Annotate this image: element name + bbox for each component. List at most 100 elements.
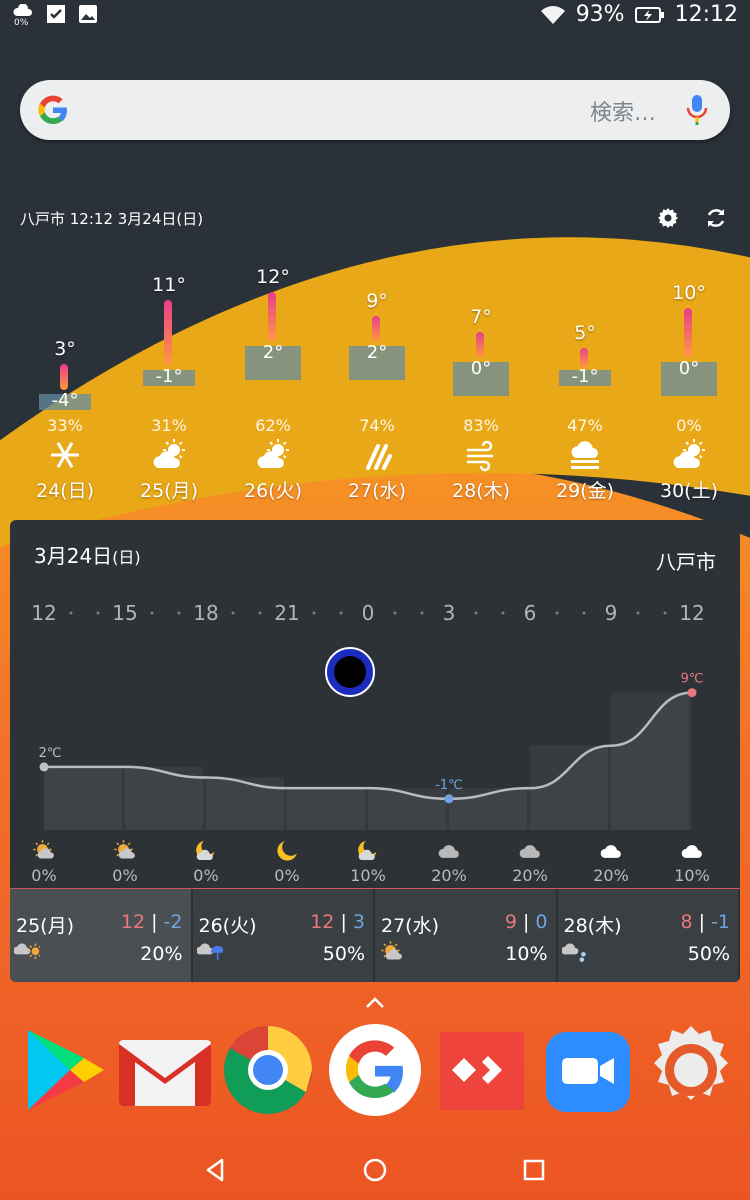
sun-cloud-icon xyxy=(381,941,402,960)
forecast-low: 0 xyxy=(535,911,548,933)
forecast-separator: | xyxy=(151,911,158,933)
fog-icon xyxy=(571,441,599,469)
app-dock xyxy=(0,1022,750,1122)
google-search-bar[interactable]: 検索… xyxy=(20,80,730,140)
forecast-separator: | xyxy=(522,911,530,933)
day-label: 30(土) xyxy=(659,480,718,502)
temp-annotation: 2℃ xyxy=(39,746,62,761)
anydesk-icon[interactable] xyxy=(434,1022,530,1118)
hourly-cell: 0% xyxy=(14,838,74,885)
hour-label: 0 xyxy=(362,601,375,625)
day-precip: 62% xyxy=(255,416,291,435)
gmail-icon[interactable] xyxy=(117,1022,213,1118)
hour-tick-dot xyxy=(177,611,181,615)
temp-range-bar xyxy=(372,316,380,342)
hour-tick-dot xyxy=(96,611,100,615)
moon-cloud-icon xyxy=(196,841,215,861)
day-high-temp: 3° xyxy=(54,338,76,360)
search-placeholder: 検索… xyxy=(589,101,656,126)
hour-label: 18 xyxy=(193,601,218,625)
chrome-icon[interactable] xyxy=(220,1022,316,1118)
day-label: 29(金) xyxy=(555,480,614,502)
hourly-cell: 10% xyxy=(662,838,722,885)
hourly-precip: 0% xyxy=(112,866,138,885)
rain-icon xyxy=(366,444,392,470)
settings-icon[interactable] xyxy=(643,1022,739,1118)
forecast-day-cell[interactable]: 28(木) 8 | -1 50% xyxy=(557,889,740,982)
google-g-icon xyxy=(38,95,67,124)
hour-tick-dot xyxy=(339,611,343,615)
home-icon[interactable] xyxy=(361,1156,389,1184)
day-low-temp: -1° xyxy=(571,366,599,387)
day-column: 12° 2° 62% 26(火) xyxy=(223,250,323,510)
hourly-city: 八戸市 xyxy=(656,550,716,574)
hour-tick-dot xyxy=(555,611,559,615)
moon-cloud-icon xyxy=(358,841,377,861)
partly-cloudy-sun-icon xyxy=(257,439,289,468)
weekly-weather-widget[interactable]: 八戸市 12:12 3月24日(日) 3° -4° 33% 24(日) 11° … xyxy=(10,200,740,502)
forecast-day-cell[interactable]: 26(火) 12 | 3 50% xyxy=(192,889,375,982)
status-time: 12:12 xyxy=(674,2,738,27)
cloud-icon xyxy=(519,845,540,858)
refresh-icon[interactable] xyxy=(704,206,728,230)
back-icon[interactable] xyxy=(202,1156,230,1184)
zoom-icon[interactable] xyxy=(540,1022,636,1118)
hour-label: 6 xyxy=(524,601,537,625)
hourly-date-suffix: (日) xyxy=(112,548,141,567)
forecast-high: 12 xyxy=(310,911,335,933)
day-low-temp: 0° xyxy=(678,358,700,379)
recents-icon[interactable] xyxy=(520,1156,548,1184)
mic-icon[interactable] xyxy=(686,94,708,126)
hourly-cell: 0% xyxy=(95,838,155,885)
forecast-temps: 12 | 3 xyxy=(310,911,365,933)
forecast-high: 12 xyxy=(120,911,146,933)
hourly-cell: 20% xyxy=(500,838,560,885)
cloud-umbrella-icon xyxy=(195,943,225,961)
forecast-day: 27(水) xyxy=(381,915,440,937)
hour-tick-dot xyxy=(231,611,235,615)
hour-tick-dot xyxy=(582,611,586,615)
hourly-precip: 0% xyxy=(274,866,300,885)
chevron-up-icon[interactable] xyxy=(364,996,386,1010)
day-low-temp: -1° xyxy=(155,366,183,387)
forecast-high: 8 xyxy=(680,911,693,933)
snowflake-icon xyxy=(51,442,79,468)
play-store-icon[interactable] xyxy=(14,1022,110,1118)
location-marker-inner xyxy=(334,656,366,688)
day-low-temp: 2° xyxy=(366,342,388,363)
wifi-icon xyxy=(540,5,565,24)
day-high-temp: 12° xyxy=(256,266,290,288)
sun-cloud-icon xyxy=(114,840,135,859)
day-precip: 83% xyxy=(463,416,499,435)
status-bar: 0% 93% 12:12 xyxy=(0,0,750,34)
temp-annotation: -1℃ xyxy=(435,778,463,793)
forecast-separator: | xyxy=(340,911,347,933)
hour-label: 21 xyxy=(274,601,299,625)
hourly-date: 3月24日(日) xyxy=(34,540,141,569)
forecast-separator: | xyxy=(698,911,705,933)
image-icon xyxy=(79,5,97,23)
google-icon[interactable] xyxy=(327,1022,423,1118)
forecast-day-cell[interactable]: 27(水) 9 | 0 10% xyxy=(375,889,558,982)
hour-tick-dot xyxy=(393,611,397,615)
temp-range-bar xyxy=(164,300,172,366)
day-high-temp: 7° xyxy=(470,306,492,328)
forecast-high: 9 xyxy=(504,911,517,933)
forecast-day-cell[interactable]: 25(月) 12 | -2 20% xyxy=(10,889,193,982)
temp-range-bar xyxy=(60,364,68,390)
day-column: 3° -4° 33% 24(日) xyxy=(15,250,115,510)
partly-cloudy-sun-icon xyxy=(673,439,705,468)
hourly-precip: 0% xyxy=(31,866,57,885)
forecast-precip: 50% xyxy=(687,943,730,965)
hour-tick-dot xyxy=(312,611,316,615)
forecast-day: 26(火) xyxy=(198,915,257,937)
hourly-weather-widget[interactable]: 3月24日(日) 八戸市 12 15 18 21 0 3 6 9 12 2℃ -1℃ 9℃ 0% 0% 0… xyxy=(10,520,740,982)
gear-icon[interactable] xyxy=(656,206,680,230)
hourly-cell: 20% xyxy=(419,838,479,885)
hour-tick-dot xyxy=(474,611,478,615)
day-label: 24(日) xyxy=(35,480,94,502)
hourly-cell: 0% xyxy=(176,838,236,885)
day-precip: 0% xyxy=(676,416,702,435)
hourly-precip: 0% xyxy=(193,866,219,885)
day-column: 7° 0° 83% 28(木) xyxy=(431,250,531,510)
